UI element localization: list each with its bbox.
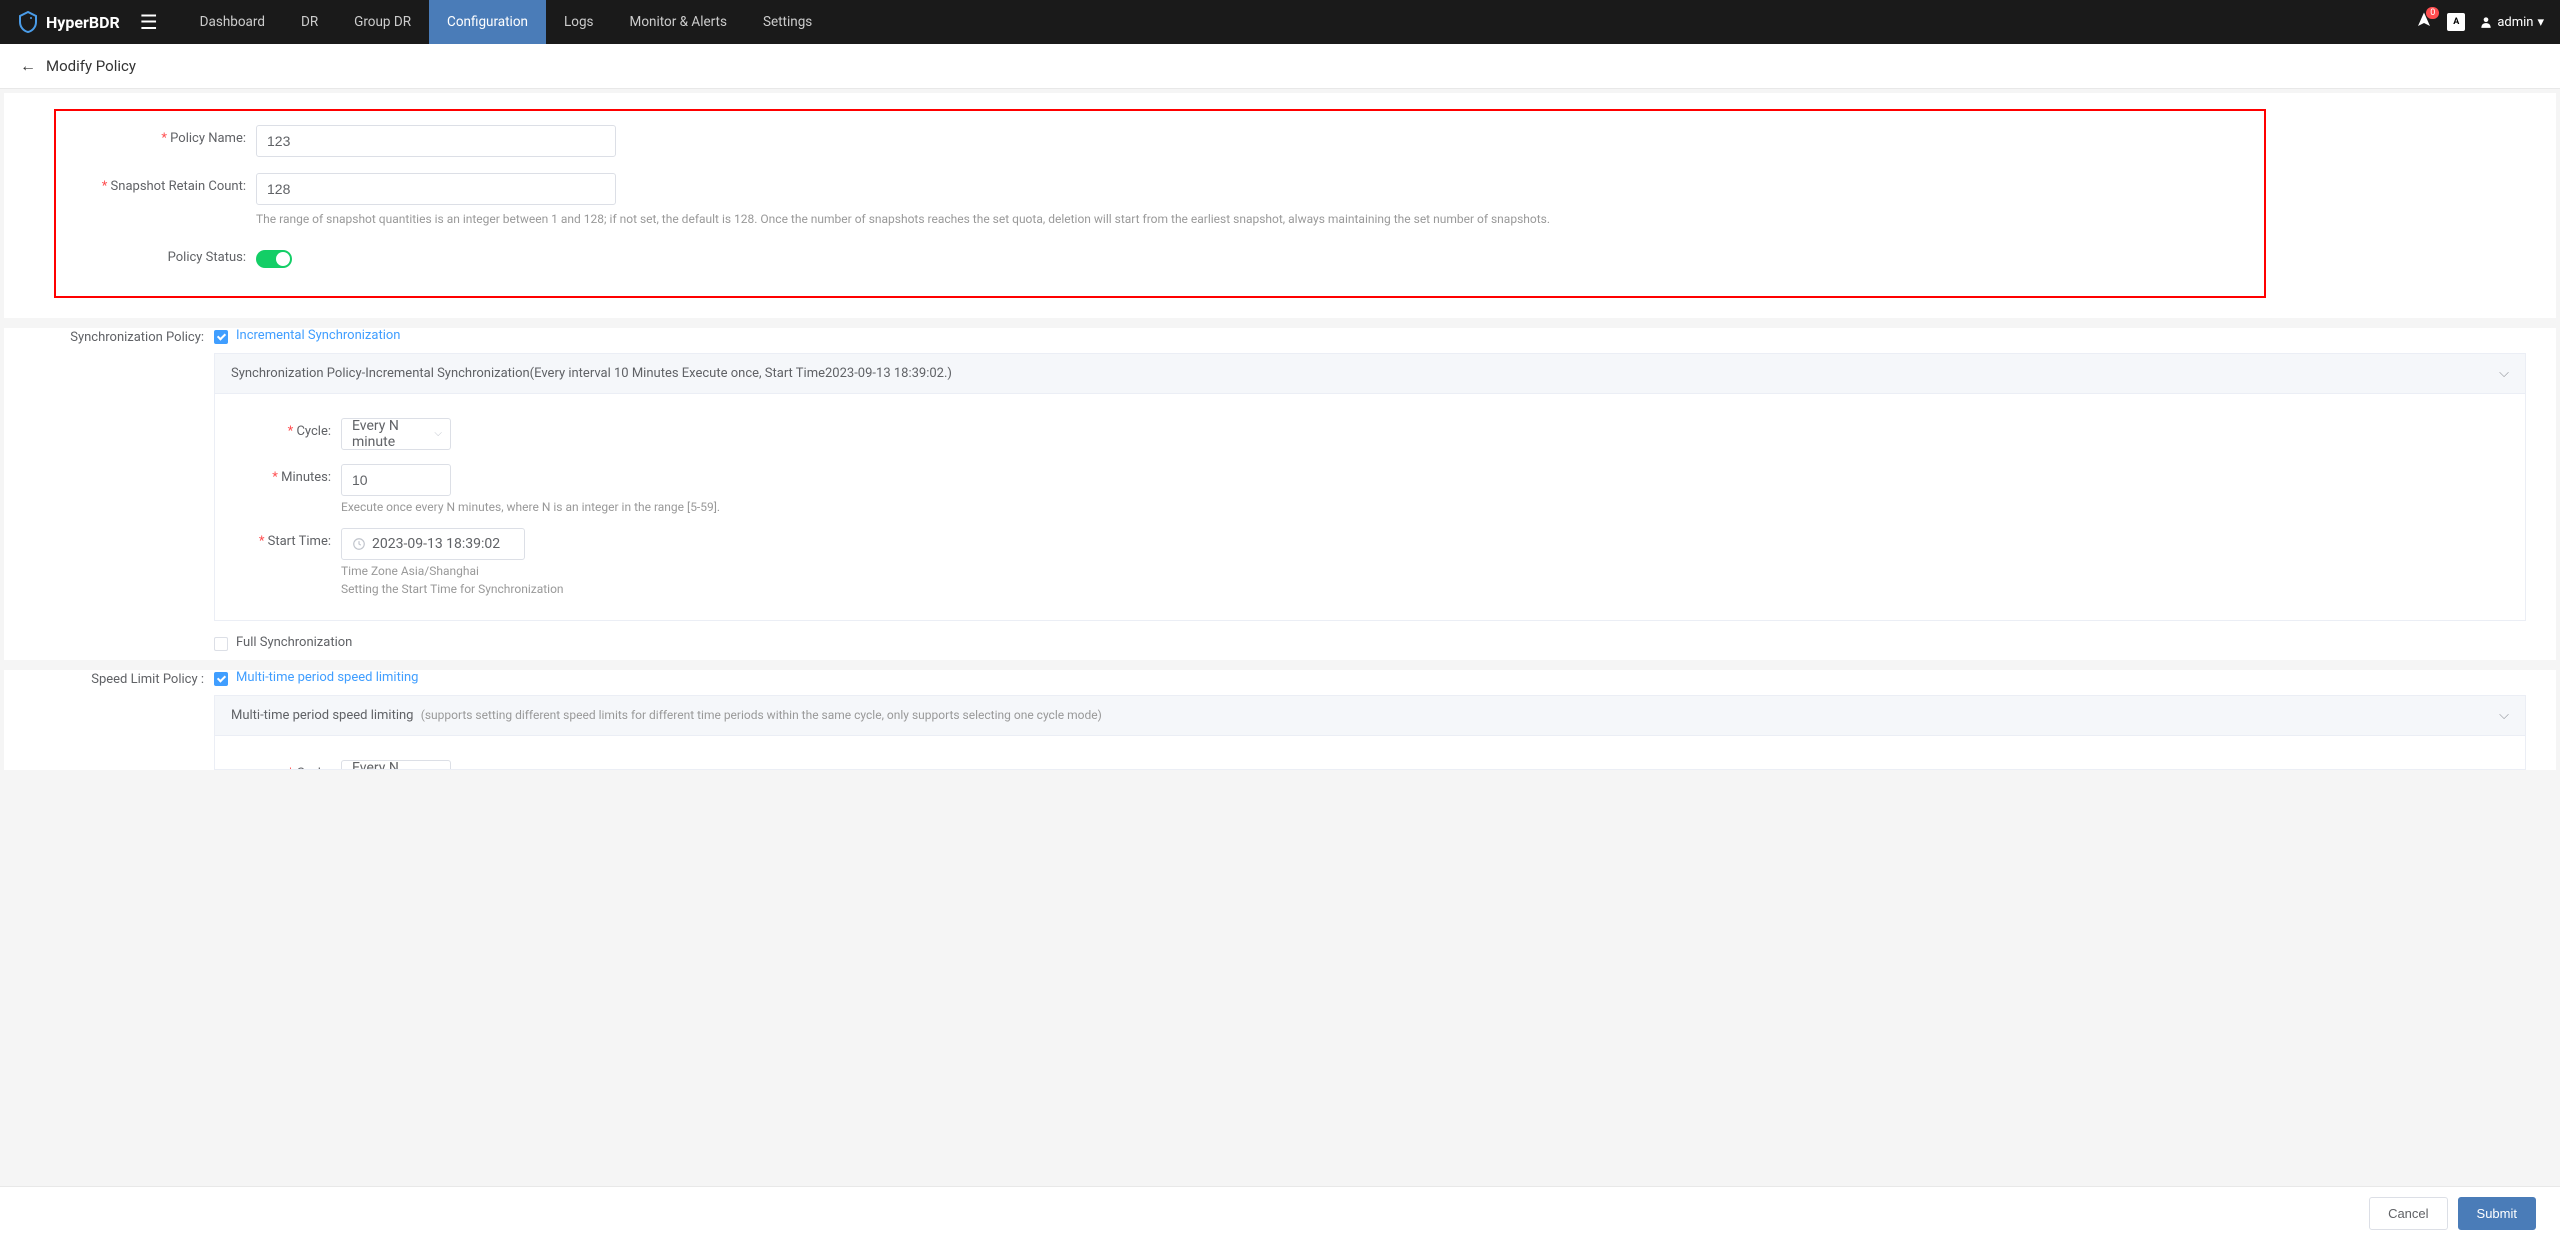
policy-status-label: Policy Status: (66, 244, 256, 265)
retain-count-row: Snapshot Retain Count: The range of snap… (66, 173, 2254, 228)
policy-name-input[interactable] (256, 125, 616, 157)
content: Policy Name: Snapshot Retain Count: The … (0, 89, 2560, 860)
notification-icon[interactable]: 0 (2415, 11, 2433, 33)
tz-help: Time Zone Asia/Shanghai (341, 564, 2509, 578)
shield-icon (16, 10, 40, 34)
multi-speed-check-row: Multi-time period speed limiting (214, 670, 2526, 685)
start-time-row: Start Time: 2023-09-13 18:39:02 Time Zon… (231, 528, 2509, 596)
policy-status-row: Policy Status: (66, 244, 2254, 268)
sync-collapse-body: Cycle: Every N minute ⌵ Minutes: Exe (214, 394, 2526, 621)
username: admin (2497, 15, 2533, 30)
menu-toggle-icon[interactable]: ☰ (140, 10, 158, 34)
start-time-input[interactable]: 2023-09-13 18:39:02 (341, 528, 525, 560)
logo[interactable]: HyperBDR (16, 10, 120, 34)
user-menu[interactable]: admin ▾ (2479, 15, 2544, 30)
language-icon[interactable]: A (2447, 13, 2465, 31)
speed-panel: Speed Limit Policy : Multi-time period s… (4, 670, 2556, 770)
cycle-select[interactable]: Every N minute ⌵ (341, 418, 451, 450)
minutes-input[interactable] (341, 464, 451, 496)
nav-configuration[interactable]: Configuration (429, 0, 546, 44)
full-sync-row: Full Synchronization (214, 635, 2526, 650)
start-time-label: Start Time: (231, 528, 341, 549)
incremental-check-label[interactable]: Incremental Synchronization (236, 328, 400, 343)
clock-icon (352, 537, 366, 551)
app-header: HyperBDR ☰ Dashboard DR Group DR Configu… (0, 0, 2560, 44)
chevron-down-icon: ▾ (2537, 15, 2544, 30)
speed-collapse-hint: (supports setting different speed limits… (421, 708, 1102, 722)
breadcrumb: ← Modify Policy (0, 44, 2560, 89)
nav-dr[interactable]: DR (283, 0, 336, 44)
nav-monitor-alerts[interactable]: Monitor & Alerts (612, 0, 745, 44)
user-icon (2479, 15, 2493, 29)
speed-collapse-title: Multi-time period speed limiting (231, 708, 413, 723)
cycle-row: Cycle: Every N minute ⌵ (231, 418, 2509, 450)
submit-button[interactable]: Submit (2458, 1197, 2536, 1230)
nav-dashboard[interactable]: Dashboard (182, 0, 283, 44)
nav-logs[interactable]: Logs (546, 0, 612, 44)
nav-group-dr[interactable]: Group DR (336, 0, 429, 44)
speed-cycle-select[interactable]: Every N days ⌵ (341, 760, 451, 770)
policy-name-row: Policy Name: (66, 125, 2254, 157)
policy-panel: Policy Name: Snapshot Retain Count: The … (4, 93, 2556, 318)
back-arrow-icon[interactable]: ← (20, 56, 36, 76)
speed-cycle-row: Cycle: Every N days ⌵ (231, 760, 2509, 770)
retain-count-help: The range of snapshot quantities is an i… (256, 211, 2254, 228)
page-title: Modify Policy (46, 57, 136, 75)
speed-collapse-header[interactable]: Multi-time period speed limiting (suppor… (214, 695, 2526, 736)
sync-panel: Synchronization Policy: Incremental Sync… (4, 328, 2556, 660)
minutes-row: Minutes: Execute once every N minutes, w… (231, 464, 2509, 514)
full-sync-checkbox[interactable] (214, 637, 228, 651)
full-sync-label[interactable]: Full Synchronization (236, 635, 352, 650)
speed-row: Speed Limit Policy : Multi-time period s… (24, 670, 2536, 770)
retain-count-label: Snapshot Retain Count: (66, 173, 256, 194)
chevron-down-icon: ⌵ (434, 428, 442, 439)
speed-label: Speed Limit Policy : (24, 670, 214, 687)
highlight-box: Policy Name: Snapshot Retain Count: The … (54, 109, 2266, 298)
main-nav: Dashboard DR Group DR Configuration Logs… (182, 0, 831, 44)
policy-status-toggle[interactable] (256, 250, 292, 268)
incremental-check-row: Incremental Synchronization (214, 328, 2526, 343)
incremental-checkbox[interactable] (214, 330, 228, 344)
minutes-label: Minutes: (231, 464, 341, 485)
chevron-down-icon: ⌵ (2499, 708, 2509, 723)
cancel-button[interactable]: Cancel (2369, 1197, 2447, 1230)
sync-collapse-title: Synchronization Policy-Incremental Synch… (231, 366, 952, 381)
cycle-label: Cycle: (231, 418, 341, 439)
app-name: HyperBDR (46, 13, 120, 32)
sync-collapse-header[interactable]: Synchronization Policy-Incremental Synch… (214, 353, 2526, 394)
nav-settings[interactable]: Settings (745, 0, 830, 44)
retain-count-input[interactable] (256, 173, 616, 205)
footer: Cancel Submit (0, 1186, 2560, 1240)
speed-collapse-body: Cycle: Every N days ⌵ (214, 736, 2526, 770)
notification-badge: 0 (2426, 7, 2439, 19)
header-right: 0 A admin ▾ (2415, 11, 2544, 33)
chevron-down-icon: ⌵ (2499, 366, 2509, 381)
sync-row: Synchronization Policy: Incremental Sync… (24, 328, 2536, 660)
minutes-help: Execute once every N minutes, where N is… (341, 500, 2509, 514)
multi-speed-checkbox[interactable] (214, 672, 228, 686)
multi-speed-label[interactable]: Multi-time period speed limiting (236, 670, 418, 685)
policy-name-label: Policy Name: (66, 125, 256, 146)
speed-cycle-label: Cycle: (231, 760, 341, 770)
start-help: Setting the Start Time for Synchronizati… (341, 582, 2509, 596)
sync-label: Synchronization Policy: (24, 328, 214, 345)
